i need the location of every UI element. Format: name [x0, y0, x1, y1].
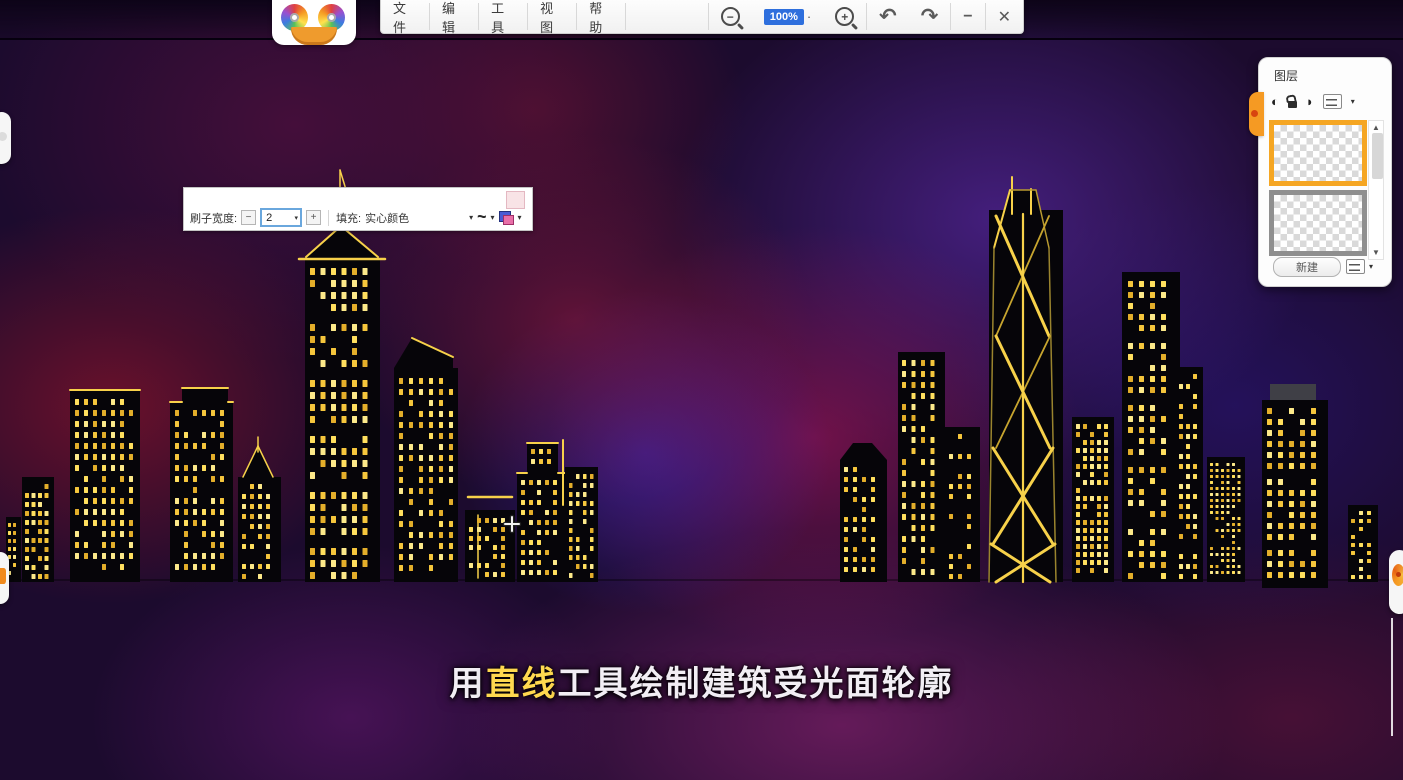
options-separator	[328, 210, 329, 226]
width-dropdown-icon[interactable]: ▾	[295, 214, 299, 222]
layer-thumbnail-2[interactable]	[1269, 190, 1367, 256]
zoom-level[interactable]: 100% ·	[752, 0, 823, 33]
line-tool-options-bar: 刷子宽度: − 2▾ + 填充: 实心颜色 ▾ ~ ▾ ▾	[183, 187, 533, 231]
layer-menu-icon[interactable]	[1323, 94, 1342, 109]
color-swatch[interactable]	[506, 191, 525, 209]
mascot-smile-icon	[291, 27, 337, 45]
width-value-input[interactable]: 2▾	[260, 208, 302, 227]
close-button[interactable]: ✕	[986, 0, 1023, 33]
zoom-value-badge: 100%	[764, 9, 804, 25]
layer-style-icon[interactable]	[499, 211, 514, 224]
close-icon: ✕	[998, 7, 1011, 27]
scroll-up-icon[interactable]: ▲	[1372, 123, 1380, 132]
layers-panel-collapse-tab[interactable]	[1249, 92, 1264, 136]
main-toolbar: 文件 编辑 工具 视图 帮助 − 100% · + ↶ ↷ − ✕	[380, 0, 1024, 34]
fill-value[interactable]: 实心颜色	[365, 210, 409, 226]
subtitle-segment: 直线	[486, 665, 558, 703]
curve-dropdown-icon[interactable]: ▾	[490, 213, 494, 222]
layers-options-icon[interactable]	[1346, 259, 1365, 274]
layers-options-dropdown-icon[interactable]: ▾	[1369, 262, 1373, 271]
zoom-dropdown[interactable]: ·	[807, 9, 811, 24]
layer-visibility-icon[interactable]: ◐	[1271, 95, 1279, 108]
redo-button[interactable]: ↷	[909, 0, 951, 33]
new-layer-button[interactable]: 新建	[1273, 257, 1341, 277]
scroll-down-icon[interactable]: ▼	[1372, 248, 1380, 257]
zoom-out-button[interactable]: −	[709, 0, 752, 33]
tutorial-subtitle: 用直线工具绘制建筑受光面轮廓	[0, 656, 1403, 705]
zoom-in-button[interactable]: +	[823, 0, 866, 33]
layers-scrollbar-thumb[interactable]	[1372, 133, 1383, 179]
app-mascot-logo	[272, 0, 356, 45]
layer-style-dropdown-icon[interactable]: ▾	[518, 213, 522, 222]
left-toolbox-collapse-tab[interactable]	[0, 552, 9, 604]
menu-file[interactable]: 文件	[381, 0, 429, 33]
width-decrease-button[interactable]: −	[241, 210, 256, 225]
curve-style-icon[interactable]: ~	[477, 208, 486, 227]
layers-panel-title: 图层	[1274, 67, 1298, 84]
layer-lock-icon[interactable]	[1288, 101, 1297, 108]
redo-icon: ↷	[921, 6, 939, 27]
fill-dropdown-icon[interactable]: ▾	[469, 213, 473, 222]
undo-icon: ↶	[879, 6, 897, 27]
width-increase-button[interactable]: +	[306, 210, 321, 225]
menu-edit[interactable]: 编辑	[430, 0, 478, 33]
left-panel-collapse-tab[interactable]	[0, 112, 11, 164]
right-toolbox-collapse-tab[interactable]	[1389, 550, 1403, 614]
layer-thumbnail-1[interactable]	[1269, 120, 1367, 186]
minimize-button[interactable]: −	[951, 0, 984, 33]
menu-tools[interactable]: 工具	[479, 0, 527, 33]
layer-opacity-icon[interactable]: ◗	[1306, 95, 1314, 108]
minimize-icon: −	[963, 8, 972, 26]
layer-menu-dropdown-icon[interactable]: ▾	[1351, 97, 1355, 106]
menu-help[interactable]: 帮助	[577, 0, 625, 33]
undo-button[interactable]: ↶	[867, 0, 909, 33]
mascot-spacer	[626, 0, 708, 33]
fill-label: 填充:	[336, 210, 361, 226]
layers-panel: 图层 ◐ ◗ ▾ ▲ ▼ 新建 ▾	[1258, 57, 1392, 287]
menu-view[interactable]: 视图	[528, 0, 576, 33]
brush-width-label: 刷子宽度:	[190, 210, 237, 226]
subtitle-segment: 用	[450, 665, 486, 703]
zoom-in-icon: +	[835, 7, 854, 26]
mascot-mini-icon	[1392, 564, 1403, 586]
zoom-out-icon: −	[721, 7, 740, 26]
subtitle-segment: 工具绘制建筑受光面轮廓	[558, 665, 954, 703]
